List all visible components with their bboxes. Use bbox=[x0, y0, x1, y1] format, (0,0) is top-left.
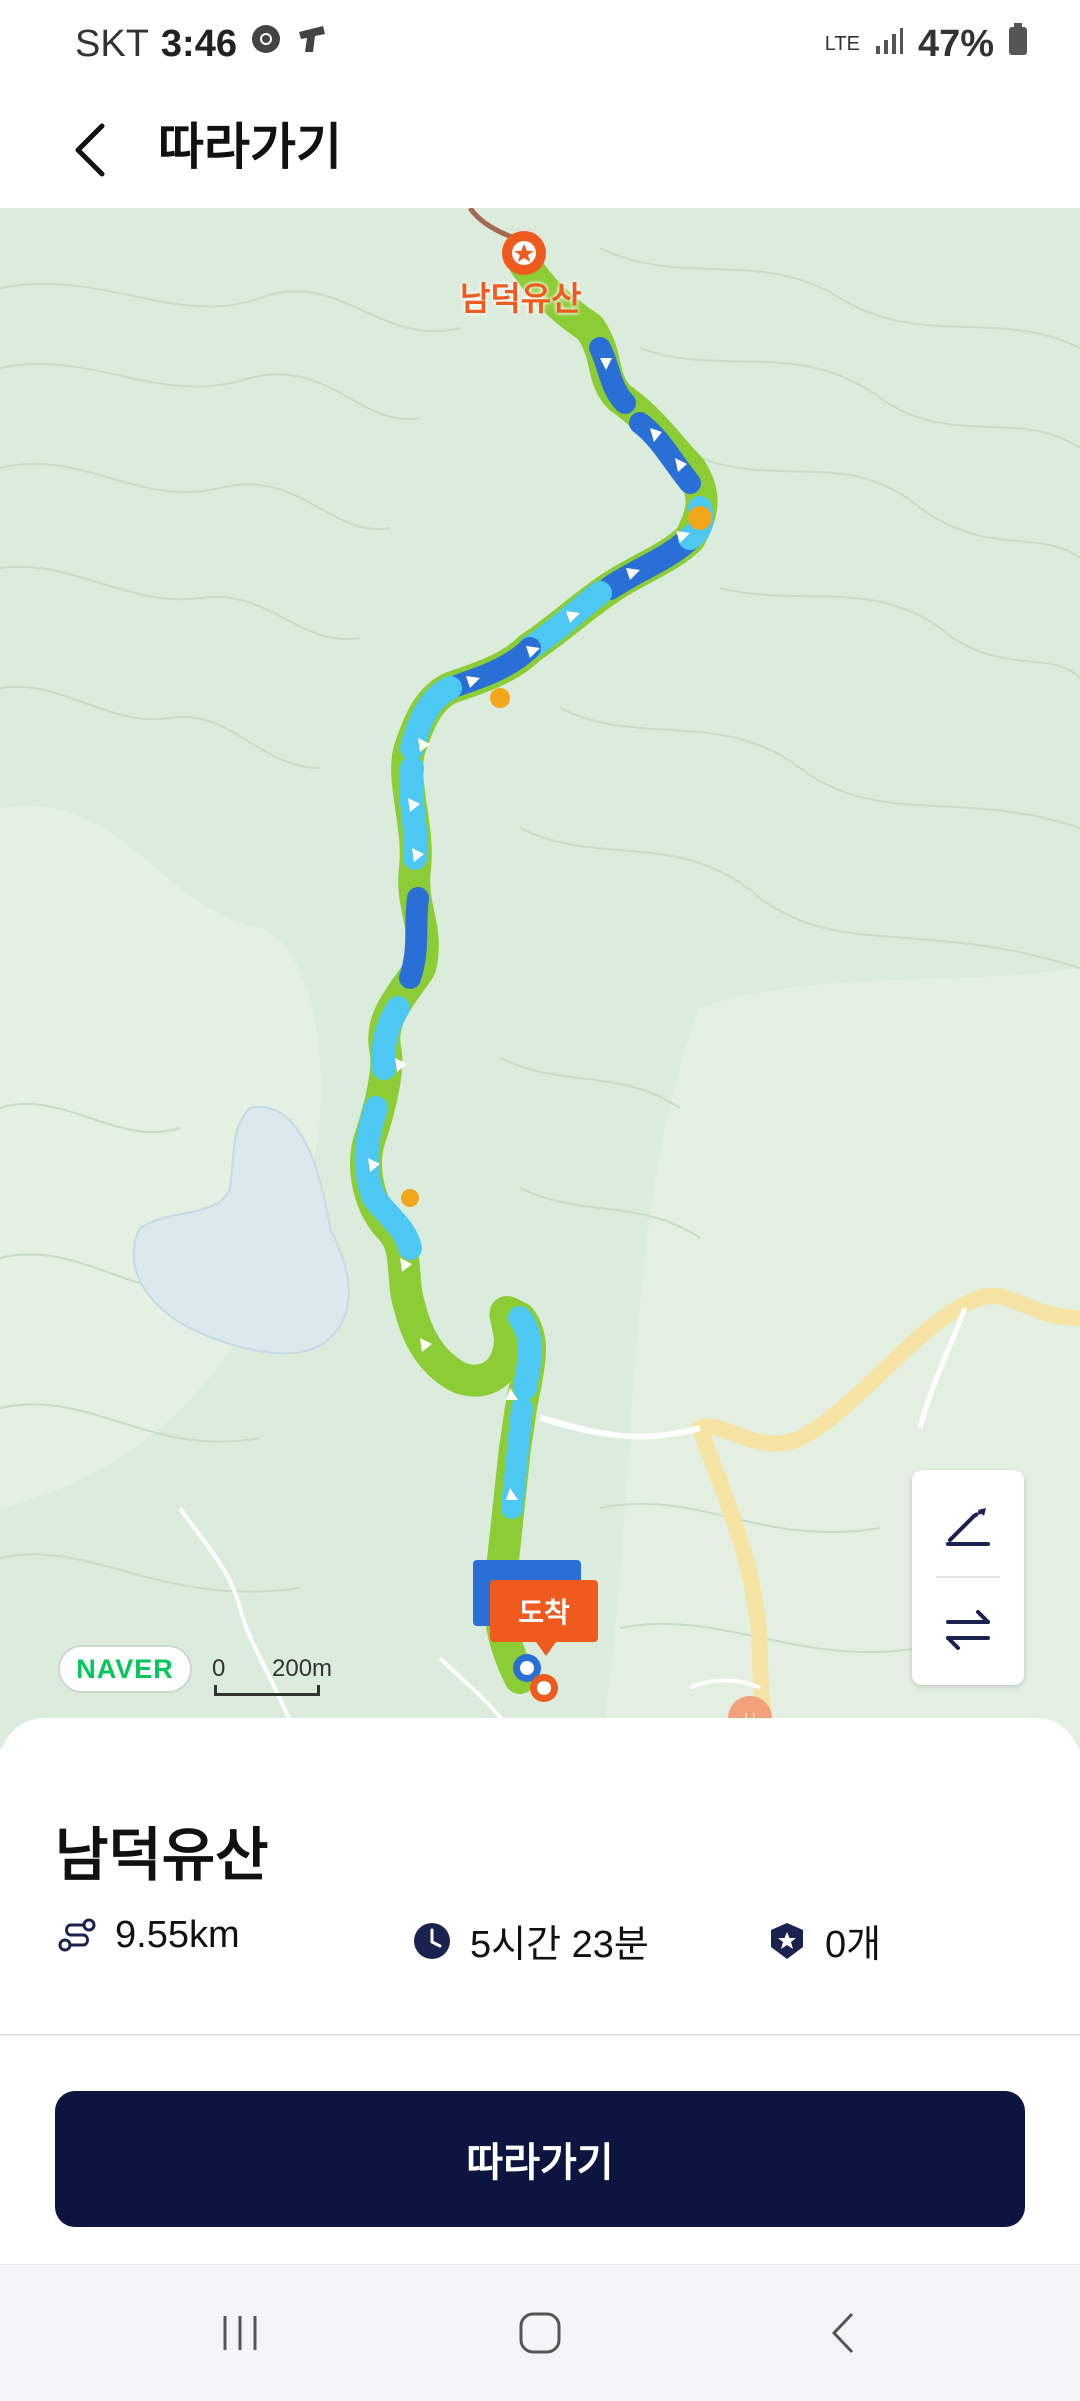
chrome-icon bbox=[249, 22, 283, 66]
peak-label: 남덕유산 bbox=[460, 280, 582, 317]
back-button[interactable] bbox=[50, 110, 130, 190]
home-icon bbox=[519, 2312, 561, 2354]
scale-distance-label: 200m bbox=[272, 1655, 333, 1682]
clock: 3:46 bbox=[160, 22, 237, 65]
carrier-label: SKT bbox=[75, 22, 149, 65]
app-bar: 따라가기 bbox=[0, 90, 1080, 208]
duration-stat: 5시간 23분 bbox=[410, 1913, 649, 1968]
elevation-icon bbox=[946, 1508, 990, 1546]
follow-button[interactable]: 따라가기 bbox=[55, 2091, 1025, 2227]
scale-bar bbox=[214, 1685, 320, 1696]
route-title: 남덕유산 bbox=[55, 1823, 269, 1888]
stamp-stat: 0개 bbox=[765, 1913, 881, 1968]
stamp-count: 0개 bbox=[825, 1924, 882, 1966]
battery-percent: 47% bbox=[917, 22, 994, 65]
distance-value: 9.55km bbox=[115, 1913, 240, 1956]
distance-stat: 9.55km bbox=[55, 1913, 240, 1957]
battery-icon bbox=[1008, 22, 1028, 66]
swap-arrows-icon bbox=[946, 1610, 990, 1650]
elevation-button[interactable] bbox=[912, 1478, 1024, 1578]
map-view[interactable]: ⑂ 남덕유산 도착 NAVER 0 200m bbox=[0, 208, 1080, 1748]
tmap-icon bbox=[295, 22, 329, 66]
scale-zero-label: 0 bbox=[212, 1655, 226, 1682]
map-scale: 0 200m bbox=[210, 1655, 340, 1696]
duration-value: 5시간 23분 bbox=[470, 1924, 649, 1966]
system-back-button[interactable] bbox=[800, 2293, 890, 2373]
stamp-badge-icon bbox=[765, 1919, 809, 1963]
naver-logo: NAVER bbox=[58, 1645, 192, 1693]
lte-indicator: LTE bbox=[824, 32, 860, 55]
chevron-left-icon bbox=[831, 2312, 854, 2354]
clock-icon bbox=[410, 1919, 454, 1963]
status-bar: SKT 3:46 LTE 47% bbox=[0, 0, 1080, 90]
route-stats: 9.55km 5시간 23분 0개 bbox=[55, 1913, 1035, 1973]
map-controls bbox=[912, 1470, 1024, 1685]
system-nav-bar bbox=[0, 2264, 1080, 2401]
home-button[interactable] bbox=[495, 2293, 585, 2373]
route-distance-icon bbox=[55, 1913, 99, 1957]
chevron-left-icon bbox=[75, 123, 105, 177]
route-info-sheet: 남덕유산 9.55km 5시간 23분 0개 따라가기 bbox=[0, 1718, 1080, 2266]
reverse-direction-button[interactable] bbox=[912, 1580, 1024, 1680]
sheet-divider bbox=[0, 2034, 1080, 2036]
recent-apps-button[interactable] bbox=[195, 2293, 285, 2373]
signal-icon bbox=[874, 23, 904, 66]
recent-apps-icon bbox=[223, 2316, 257, 2350]
controls-divider bbox=[936, 1576, 1000, 1578]
arrival-badge: 도착 bbox=[490, 1580, 598, 1656]
page-title: 따라가기 bbox=[158, 119, 342, 175]
